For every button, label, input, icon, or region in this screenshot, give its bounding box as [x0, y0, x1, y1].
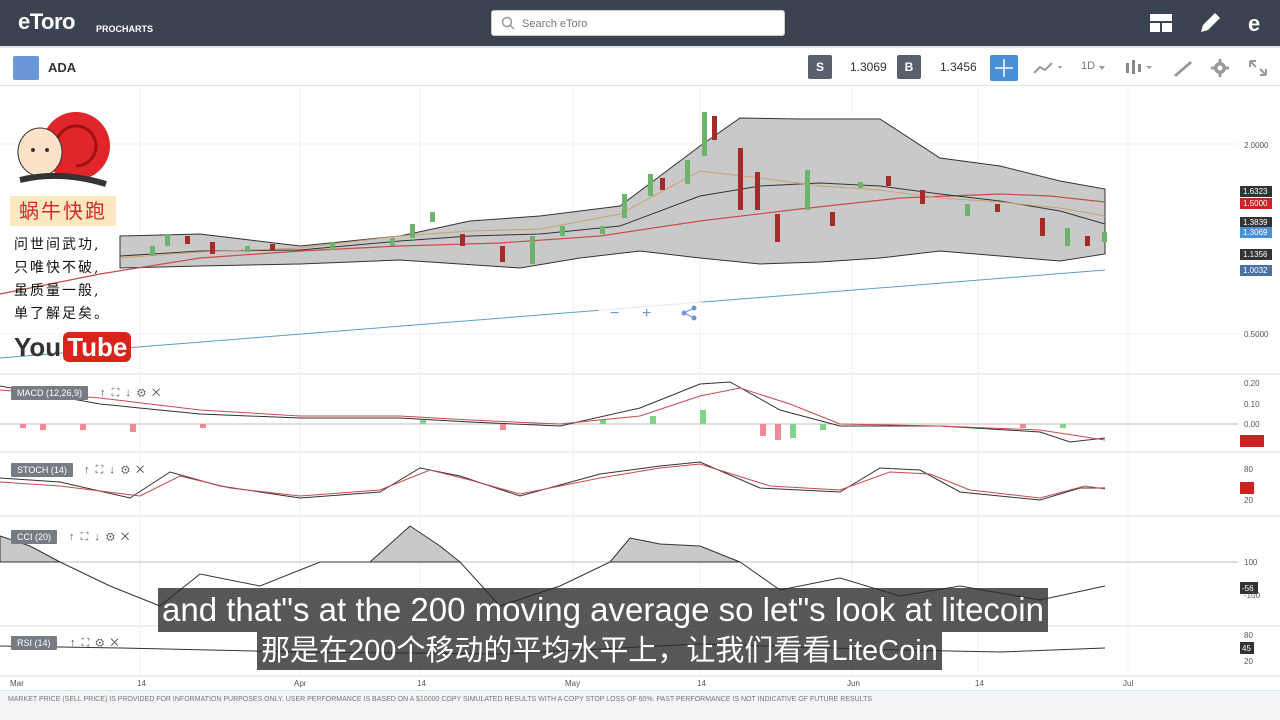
- x-tick: Apr: [294, 679, 307, 688]
- x-tick: May: [565, 679, 580, 688]
- chart-type-icon[interactable]: [1030, 55, 1066, 81]
- buy-button[interactable]: B: [897, 55, 921, 79]
- macd-value-badge: [1240, 435, 1264, 447]
- snail-logo: [17, 112, 110, 187]
- price-badge: 1.0032: [1243, 266, 1268, 275]
- cci-tick: -100: [1244, 591, 1261, 600]
- panel-controls[interactable]: ↑ ⛶ ↓ ⚙ ✕: [84, 464, 144, 477]
- pencil-icon[interactable]: [1197, 10, 1223, 36]
- sell-button[interactable]: S: [808, 55, 832, 79]
- channel-name: 蜗牛快跑: [10, 196, 116, 226]
- slogan-line: 虽质量一般,: [14, 283, 101, 299]
- stoch-value-badge: [1240, 482, 1254, 494]
- disclaimer-text: MARKET PRICE (SELL PRICE) IS PROVIDED FO…: [8, 696, 873, 703]
- x-tick: 14: [417, 679, 426, 688]
- procharts-label: PROCHARTS: [96, 24, 154, 34]
- rsi-tick: 20: [1244, 657, 1253, 666]
- price-badge: 1.1356: [1243, 250, 1268, 259]
- rsi-value: 45: [1242, 644, 1251, 653]
- macd-label[interactable]: MACD (12,26,9): [11, 386, 89, 400]
- zoom-in-button[interactable]: +: [642, 305, 651, 322]
- sell-price: 1.3069: [850, 60, 887, 74]
- search-icon: [501, 16, 515, 30]
- bollinger-band: [119, 117, 1106, 269]
- macd-tick: 0.00: [1244, 420, 1260, 429]
- channel-watermark: 蜗牛快跑 问世间武功, 只唯快不破, 虽质量一般, 单了解足矣。 You Tube: [10, 100, 132, 368]
- trend-line: [0, 269, 1106, 359]
- panel-controls[interactable]: ↑ ⛶ ⚙ ✕: [70, 637, 119, 650]
- timeframe-select[interactable]: 1D: [1081, 60, 1095, 72]
- macd-line: [0, 381, 1106, 443]
- etoro-e-icon[interactable]: e: [1244, 10, 1270, 36]
- indicators-icon[interactable]: [1122, 55, 1158, 81]
- x-tick: 14: [975, 679, 984, 688]
- zoom-out-button[interactable]: −: [610, 305, 619, 322]
- chevron-down-icon: [1099, 66, 1105, 70]
- panel-controls[interactable]: ↑ ⛶ ↓ ⚙ ✕: [100, 387, 160, 400]
- price-tick: 2.0000: [1244, 141, 1269, 150]
- buy-price: 1.3456: [940, 60, 977, 74]
- asset-icon: [13, 56, 39, 80]
- search-box[interactable]: [491, 10, 785, 36]
- x-tick: Mar: [10, 679, 24, 688]
- youtube-logo: You Tube: [14, 332, 132, 363]
- x-tick: Jul: [1123, 679, 1133, 688]
- price-badge: 1.5000: [1243, 199, 1268, 208]
- stoch-tick: 20: [1244, 496, 1253, 505]
- etoro-logo[interactable]: eToro: [18, 9, 75, 35]
- svg-text:e: e: [1248, 11, 1260, 36]
- stoch-k-line: [0, 461, 1105, 501]
- gear-icon[interactable]: [1209, 55, 1231, 81]
- slogan-line: 问世间武功,: [14, 237, 101, 253]
- layout-icon[interactable]: [1148, 10, 1174, 36]
- search-input[interactable]: [522, 15, 772, 33]
- stoch-label[interactable]: STOCH (14): [11, 463, 73, 477]
- price-badge: 1.3069: [1243, 228, 1268, 237]
- cci-tick: 100: [1244, 558, 1258, 567]
- footer: MARKET PRICE (SELL PRICE) IS PROVIDED FO…: [0, 690, 1280, 720]
- subtitle-chinese: 那是在200个移动的平均水平上，让我们看看LiteCoin: [257, 632, 942, 670]
- slogan-line: 单了解足矣。: [14, 306, 110, 322]
- crosshair-icon[interactable]: [990, 55, 1018, 81]
- price-tick: 0.5000: [1244, 330, 1269, 339]
- macd-tick: 0.10: [1244, 400, 1260, 409]
- cci-label[interactable]: CCI (20): [11, 530, 58, 544]
- draw-tools-icon[interactable]: [1171, 55, 1195, 81]
- x-tick: Jun: [847, 679, 860, 688]
- subtitle-english: and that"s at the 200 moving average so …: [158, 588, 1048, 632]
- slogan-line: 只唯快不破,: [14, 260, 101, 276]
- x-tick: 14: [697, 679, 706, 688]
- panel-controls[interactable]: ↑ ⛶ ↓ ⚙ ✕: [69, 531, 129, 544]
- price-badge: 1.3839: [1243, 218, 1268, 227]
- top-bar: eToro PROCHARTS e: [0, 0, 1280, 46]
- chart-toolbar: ADA S 1.3069 B 1.3456 1D: [0, 46, 1280, 86]
- macd-signal: [0, 387, 1106, 441]
- stoch-tick: 80: [1244, 465, 1253, 474]
- macd-tick: 0.20: [1244, 379, 1260, 388]
- fullscreen-icon[interactable]: [1247, 55, 1269, 81]
- symbol-name: ADA: [48, 60, 77, 75]
- price-badge: 1.6323: [1243, 187, 1268, 196]
- rsi-label[interactable]: RSI (14): [11, 636, 57, 650]
- rsi-tick: 80: [1244, 631, 1253, 640]
- x-tick: 14: [137, 679, 146, 688]
